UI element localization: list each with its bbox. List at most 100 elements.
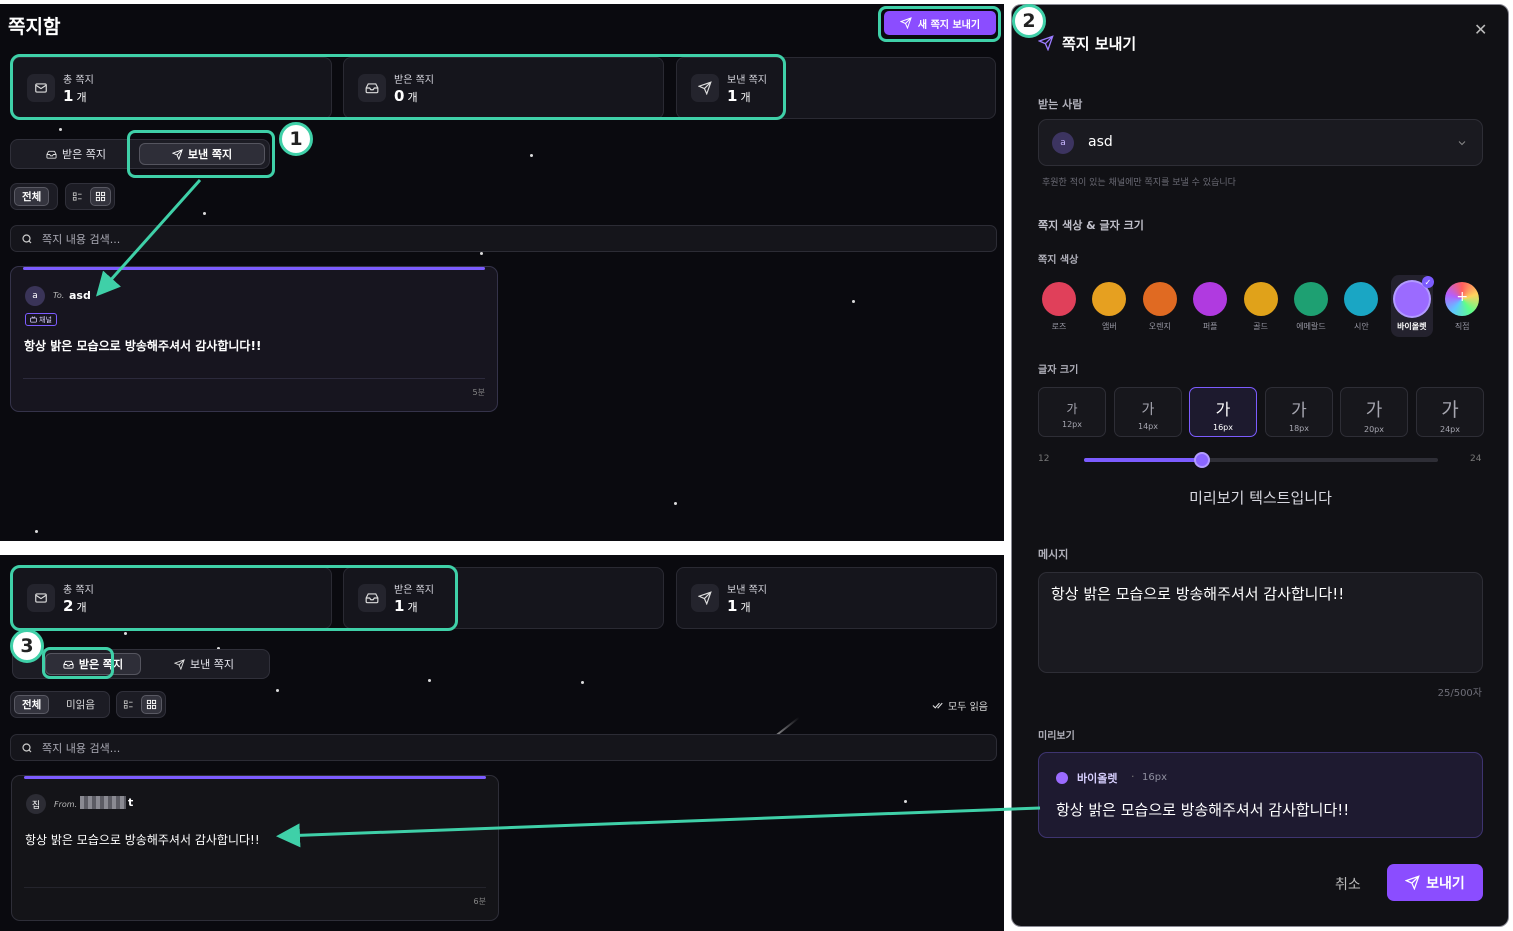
color-swatch-label: 퍼플 [1202,322,1218,331]
highlight-sent-tab [127,130,275,178]
font-size-label: 글자 크기 [1038,365,1079,376]
inbox-icon [46,150,57,159]
font-size-option-20[interactable]: 가 20px [1340,387,1408,437]
color-swatch-label: 시안 [1354,322,1369,331]
color-swatch-3[interactable] [1142,282,1177,316]
card-accent-bar [24,776,486,779]
color-swatch-label: 로즈 [1051,322,1067,331]
view-toggle [116,691,166,718]
slider-fill [1084,458,1202,462]
grid-view-icon[interactable] [90,187,111,206]
highlight-stats [10,54,786,120]
char-count: 25/500자 [1437,688,1482,699]
send-message-modal: 쪽지 보내기 ✕ 받는 사람 a asd 후원한 적이 있는 채널에만 쪽지를 … [1011,4,1509,927]
recipient-value: asd [1088,134,1113,150]
color-swatch-label: 앰버 [1102,322,1117,331]
font-size-option-18[interactable]: 가 18px [1265,387,1333,437]
close-icon[interactable]: ✕ [1474,20,1487,39]
message-label: 메시지 [1038,548,1069,561]
message-text: 항상 밝은 모습으로 방송해주셔서 감사합니다!! [25,833,260,847]
list-view-icon[interactable] [119,695,138,714]
send-button[interactable]: 보내기 [1387,864,1483,901]
color-swatch-label: 직접 [1454,322,1470,331]
recipient-name: asd [69,289,91,302]
from-prefix: From. [54,800,78,809]
color-swatch-2[interactable] [1092,282,1127,316]
message-preview: 바이올렛 · 16px 항상 밝은 모습으로 방송해주셔서 감사합니다!! [1038,752,1483,838]
message-text: 항상 밝은 모습으로 방송해주셔서 감사합니다!! [24,339,262,353]
slider-thumb[interactable] [1194,452,1210,468]
color-swatch-8[interactable] [1394,282,1429,316]
sent-messages-view: 쪽지함 새 쪽지 보내기 총 쪽지 1개 받은 쪽지 0개 보낸 쪽지 1개 받… [0,4,1004,541]
message-card[interactable]: a To. asd 채널 항상 밝은 모습으로 방송해주셔서 감사합니다!! 5… [10,266,498,412]
cancel-button[interactable]: 취소 [1335,874,1361,894]
font-size-option-12[interactable]: 가 12px [1038,387,1106,437]
filter-all[interactable]: 전체 [14,695,50,714]
color-swatch-7[interactable] [1344,282,1379,316]
stat-sent: 보낸 쪽지 1개 [676,567,997,629]
style-section-title: 쪽지 색상 & 글자 크기 [1038,219,1144,232]
highlight-stats [10,565,458,631]
stat-value: 1개 [727,597,751,615]
search-input[interactable]: 쪽지 내용 검색... [10,734,997,761]
preview-label: 미리보기 [1038,731,1075,742]
size-px: 20px [1364,425,1384,434]
filter-unread[interactable]: 미읽음 [59,695,102,714]
preview-message: 항상 밝은 모습으로 방송해주셔서 감사합니다!! [1056,801,1350,819]
received-messages-view: 총 쪽지 2개 받은 쪽지 1개 보낸 쪽지 1개 받은 쪽지 보낸 쪽지 3 … [0,555,1004,931]
tab-received[interactable]: 받은 쪽지 [15,143,137,165]
channel-badge: 채널 [25,313,57,326]
double-check-icon [932,702,943,709]
size-glyph: 가 [1441,399,1459,421]
message-time: 6분 [473,897,486,906]
step-badge-1: 1 [279,122,313,156]
size-glyph: 가 [1066,402,1078,416]
send-icon [174,658,185,670]
tab-sent[interactable]: 보낸 쪽지 [143,653,265,675]
card-accent-bar [23,267,485,270]
size-glyph: 가 [1291,401,1307,421]
filter-all[interactable]: 전체 [14,187,50,206]
tab-label: 보낸 쪽지 [190,658,234,671]
color-swatch-label: 골드 [1253,322,1268,331]
search-input[interactable]: 쪽지 내용 검색... [10,225,997,252]
size-px: 24px [1440,425,1460,434]
color-swatch-label: 에메랄드 [1296,322,1326,331]
avatar: a [25,286,45,306]
stat-label: 보낸 쪽지 [727,585,767,596]
filter-segment: 전체 [10,183,58,210]
preview-color-dot [1056,772,1068,784]
color-swatch-1[interactable] [1042,282,1076,316]
grid-view-icon[interactable] [141,695,162,714]
send-label: 보내기 [1426,875,1465,892]
recipient-avatar: a [1052,132,1074,154]
font-size-option-16[interactable]: 가 16px [1189,387,1257,437]
preview-meta-dot: · [1131,770,1135,783]
preview-color-name: 바이올렛 [1077,772,1118,785]
color-swatch-5[interactable] [1243,282,1278,316]
avatar: 집 [26,794,46,814]
font-size-option-14[interactable]: 가 14px [1114,387,1182,437]
recipient-select[interactable]: a asd [1038,119,1483,166]
font-size-option-24[interactable]: 가 24px [1416,387,1484,437]
divider [23,378,485,379]
list-view-icon[interactable] [68,187,87,206]
sender-name-tail: t [128,796,134,809]
message-card[interactable]: 집 From. t 항상 밝은 모습으로 방송해주셔서 감사합니다!! 6분 [11,775,499,921]
mark-all-read-button[interactable]: 모두 읽음 [932,698,988,713]
slider-max: 24 [1470,454,1482,464]
search-placeholder: 쪽지 내용 검색... [42,232,121,246]
color-swatch-6[interactable] [1294,282,1328,316]
color-swatch-4[interactable] [1193,282,1228,316]
filter-segment: 전체 미읽음 [10,691,110,718]
color-label: 쪽지 색상 [1038,255,1079,266]
search-placeholder: 쪽지 내용 검색... [42,741,121,755]
message-textarea[interactable]: 항상 밝은 모습으로 방송해주셔서 감사합니다!! [1038,572,1483,673]
chevron-down-icon [1458,141,1466,146]
modal-title: 쪽지 보내기 [1062,35,1137,53]
tab-label: 받은 쪽지 [62,148,106,161]
recipient-hint: 후원한 적이 있는 채널에만 쪽지를 보낼 수 있습니다 [1042,178,1236,188]
to-prefix: To. [53,291,65,300]
plus-icon: + [1456,289,1469,305]
font-size-slider[interactable] [1084,452,1438,468]
